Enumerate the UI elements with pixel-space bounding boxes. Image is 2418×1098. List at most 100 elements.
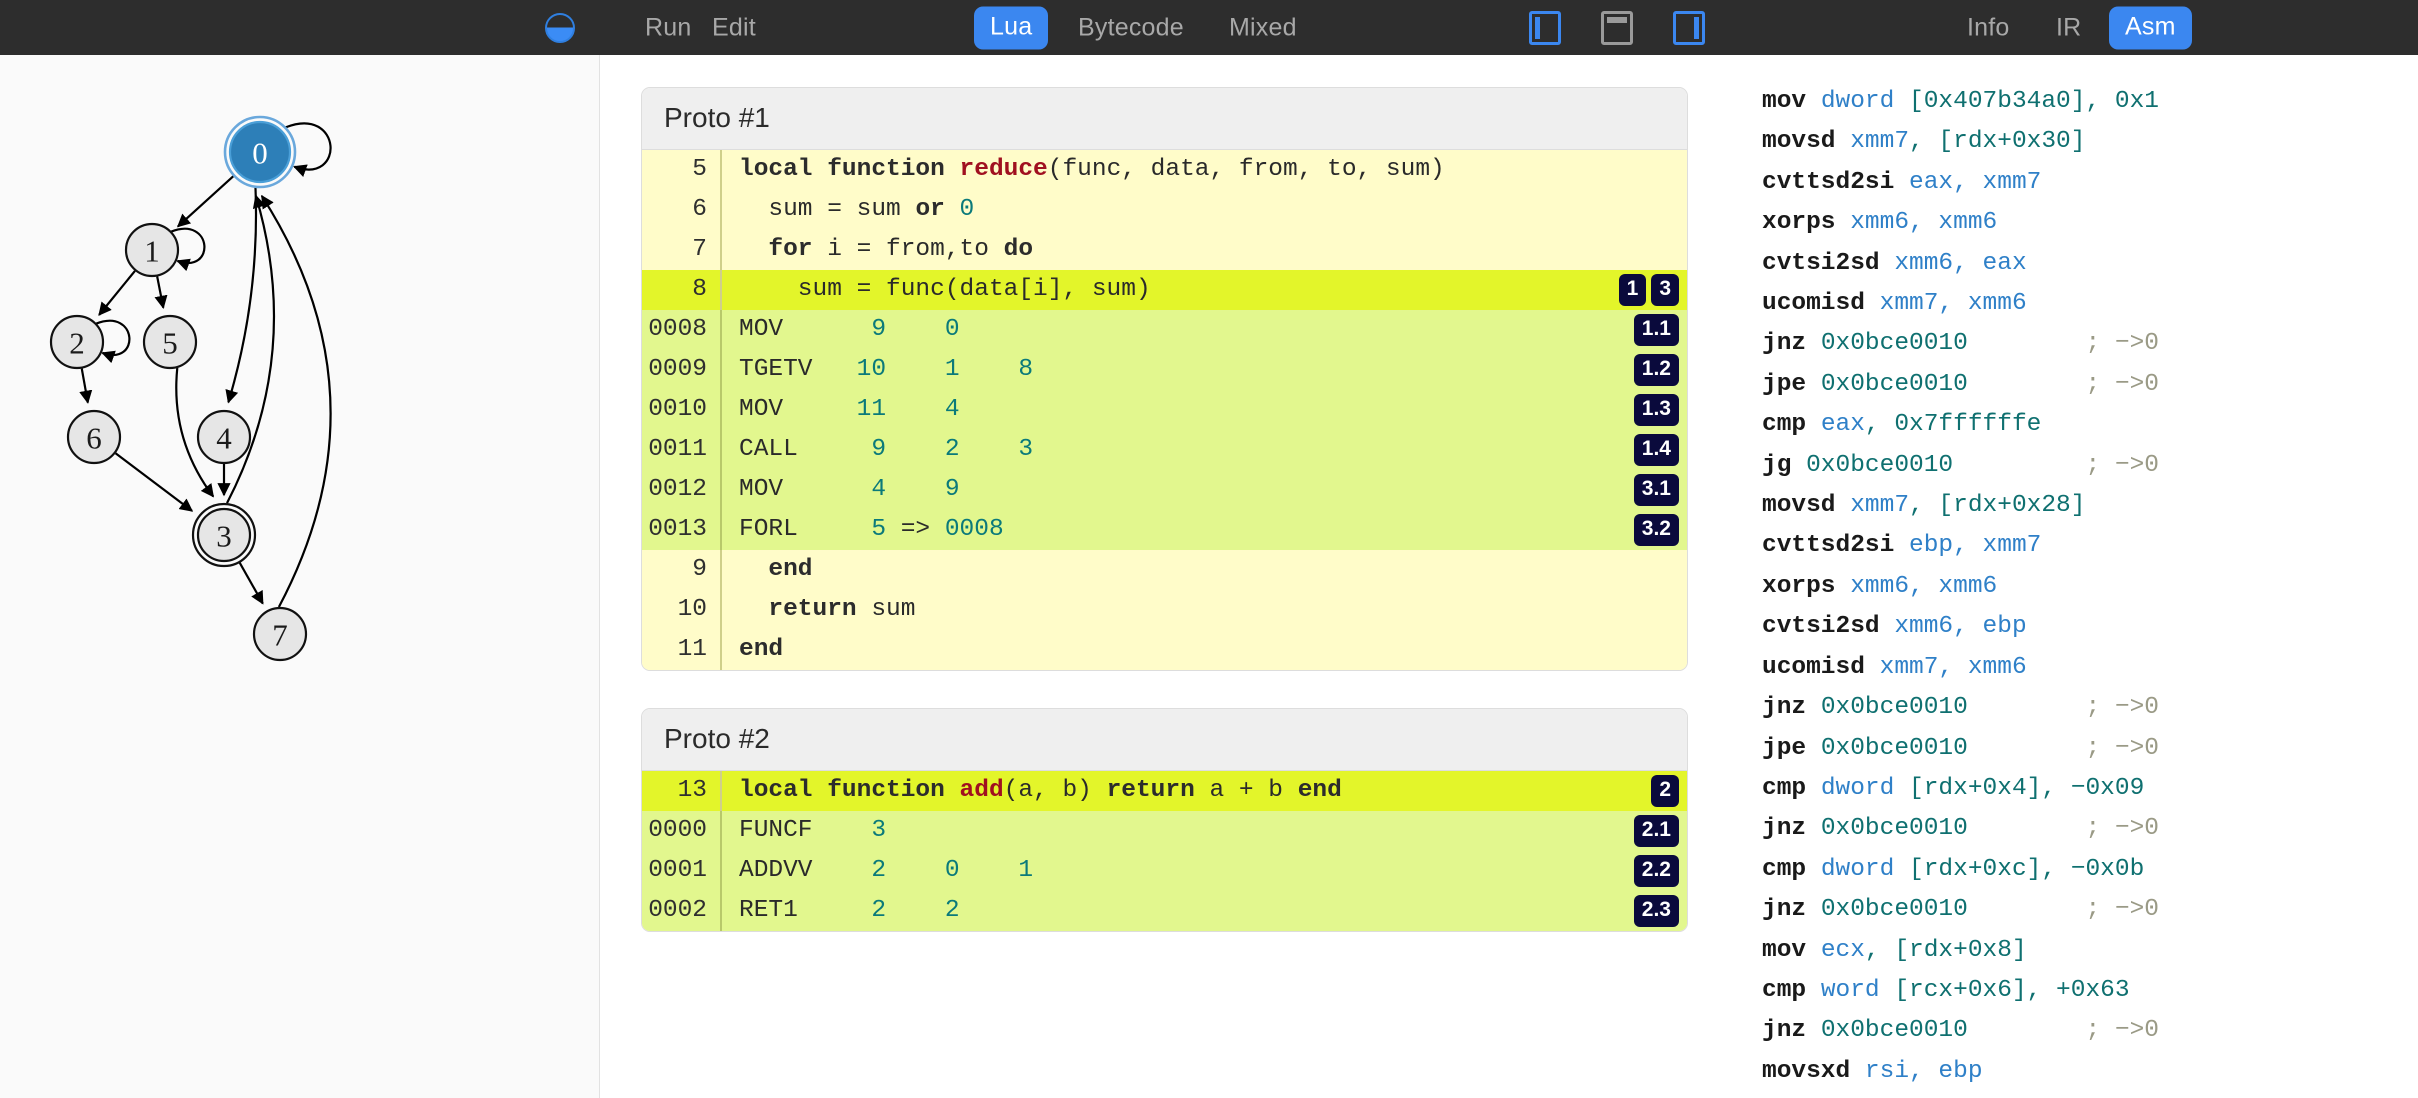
tab-asm[interactable]: Asm	[2109, 6, 2192, 49]
assembly-line[interactable]: xorps xmm6, xmm6	[1762, 567, 2418, 607]
assembly-line[interactable]: cmp dword [rdx+0xc], −0x0b	[1762, 850, 2418, 890]
trace-badge[interactable]: 3	[1651, 274, 1679, 306]
asm-token-reg: dword	[1820, 88, 1910, 115]
assembly-line[interactable]: xorps xmm6, xmm6	[1762, 203, 2418, 243]
assembly-line[interactable]: cmp dword [rdx+0x4], −0x09	[1762, 769, 2418, 809]
assembly-line[interactable]: cvtsi2sd xmm6, eax	[1762, 244, 2418, 284]
bytecode-row[interactable]: 0011 CALL 9 2 3 1.4	[642, 430, 1687, 470]
app-logo-icon[interactable]	[545, 12, 575, 43]
trace-badge[interactable]: 1.1	[1633, 314, 1679, 346]
tab-mixed[interactable]: Mixed	[1229, 13, 1297, 42]
graph-node-label-5: 5	[162, 326, 178, 361]
bytecode-row[interactable]: 0010 MOV 11 4 1.3	[642, 390, 1687, 430]
assembly-line[interactable]: cmp word [rcx+0x6], +0x63	[1762, 971, 2418, 1011]
left-panel-toggle-icon[interactable]	[1529, 10, 1561, 45]
code-token-op	[886, 356, 945, 383]
asm-token-reg: xmm6, xmm6	[1850, 572, 1998, 600]
source-line-text: local function reduce(func, data, from, …	[722, 150, 1687, 190]
bytecode-row[interactable]: 0002 RET1 2 2 2.3	[642, 891, 1687, 931]
trace-badge[interactable]: 1.4	[1633, 434, 1679, 466]
trace-badge[interactable]: 2.2	[1633, 855, 1679, 887]
bytecode-row[interactable]: 0008 MOV 9 0 1.1	[642, 310, 1687, 350]
assembly-line[interactable]: cmp eax, 0x7ffffffe	[1762, 405, 2418, 445]
source-line-row[interactable]: 10 return sum	[642, 590, 1687, 630]
assembly-line[interactable]: movsxd rsi, ebp	[1762, 1052, 2418, 1092]
code-token-mn: CALL	[739, 436, 798, 463]
menu-item-run[interactable]: Run	[645, 13, 691, 42]
source-line-row[interactable]: 5 local function reduce(func, data, from,…	[642, 150, 1687, 190]
bytecode-row[interactable]: 0012 MOV 4 9 3.1	[642, 470, 1687, 510]
tab-info[interactable]: Info	[1967, 13, 2010, 42]
trace-badge[interactable]: 2.3	[1633, 895, 1679, 927]
assembly-line[interactable]: jnz 0x0bce0010 ; −>0	[1762, 688, 2418, 728]
trace-badge[interactable]: 1.2	[1633, 354, 1679, 386]
tab-bytecode[interactable]: Bytecode	[1078, 13, 1184, 42]
tab-lua[interactable]: Lua	[974, 6, 1049, 49]
source-line-row[interactable]: 11 end	[642, 630, 1687, 670]
asm-token-lit: [rdx+0x4], −0x09	[1909, 774, 2145, 802]
assembly-line[interactable]: ucomisd xmm7, xmm6	[1762, 648, 2418, 688]
graph-node-1[interactable]: 1	[124, 222, 180, 278]
code-token-mn: RET1	[739, 897, 798, 924]
graph-node-5[interactable]: 5	[142, 314, 198, 370]
code-token-mn: MOV	[739, 476, 784, 503]
source-bytecode-column[interactable]: Proto #1 5 local function reduce(func, dat…	[600, 55, 1740, 1098]
graph-node-0[interactable]: 0	[223, 115, 297, 189]
assembly-line[interactable]: cvttsd2si ebp, xmm7	[1762, 526, 2418, 566]
trace-badge[interactable]: 1	[1618, 274, 1647, 306]
bytecode-row[interactable]: 0013 FORL 5 => 0008 3.2	[642, 510, 1687, 550]
right-panel-toggle-icon[interactable]	[1673, 10, 1705, 45]
source-line-row[interactable]: 7 for i = from,to do	[642, 230, 1687, 270]
asm-token-op: cvtsi2sd	[1762, 249, 1895, 277]
source-line-row[interactable]: 9 end	[642, 550, 1687, 590]
assembly-line[interactable]: movsd xmm7, [rdx+0x30]	[1762, 122, 2418, 162]
asm-token-cmt: ; −>0	[1967, 370, 2159, 398]
top-panel-toggle-icon[interactable]	[1601, 10, 1633, 45]
trace-badge[interactable]: 1.3	[1633, 394, 1679, 426]
graph-node-3[interactable]: 3	[191, 502, 257, 568]
code-token-op	[960, 436, 1019, 463]
code-token-op: sum = sum	[739, 196, 916, 223]
assembly-line[interactable]: mov ecx, [rdx+0x8]	[1762, 931, 2418, 971]
source-line-row[interactable]: 13 local function add(a, b) return a + b …	[642, 771, 1687, 811]
right-panel-bar	[1694, 16, 1699, 39]
assembly-line[interactable]: cvtsi2sd xmm6, ebp	[1762, 607, 2418, 647]
bytecode-row[interactable]: 0000 FUNCF 3 2.1	[642, 811, 1687, 851]
assembly-line[interactable]: jg 0x0bce0010 ; −>0	[1762, 446, 2418, 486]
graph-node-2[interactable]: 2	[49, 314, 105, 370]
assembly-line[interactable]: jnz 0x0bce0010 ; −>0	[1762, 324, 2418, 364]
bytecode-row[interactable]: 0001 ADDVV 2 0 1 2.2	[642, 851, 1687, 891]
assembly-line[interactable]: jnz 0x0bce0010 ; −>0	[1762, 890, 2418, 930]
assembly-panel[interactable]: mov dword [0x407b34a0], 0x1 movsd xmm7, […	[1740, 55, 2418, 1098]
source-line-text: end	[722, 550, 1687, 590]
graph-node-7[interactable]: 7	[252, 606, 308, 662]
assembly-line[interactable]: ucomisd xmm7, xmm6	[1762, 284, 2418, 324]
bytecode-row[interactable]: 0009 TGETV 10 1 8 1.2	[642, 350, 1687, 390]
trace-badge[interactable]: 2.1	[1633, 815, 1679, 847]
graph-node-6[interactable]: 6	[66, 409, 122, 465]
trace-badge[interactable]: 3.1	[1633, 474, 1679, 506]
trace-badge[interactable]: 2	[1651, 775, 1679, 807]
assembly-line[interactable]: jpe 0x0bce0010 ; −>0	[1762, 365, 2418, 405]
asm-token-op: cmp	[1762, 774, 1821, 802]
asm-token-reg: ecx	[1820, 936, 1865, 964]
bytecode-address: 0002	[642, 891, 722, 931]
assembly-line[interactable]: cvttsd2si eax, xmm7	[1762, 163, 2418, 203]
assembly-line[interactable]: movsd xmm7, [rdx+0x28]	[1762, 486, 2418, 526]
control-flow-graph-panel[interactable]: 0 1 2 5 6 4 3 7	[0, 55, 600, 1098]
assembly-line[interactable]: jpe 0x0bce0010 ; −>0	[1762, 729, 2418, 769]
assembly-line[interactable]: jnz 0x0bce0010 ; −>0	[1762, 809, 2418, 849]
assembly-line[interactable]: jnz 0x0bce0010 ; −>0	[1762, 1011, 2418, 1051]
bytecode-address: 0013	[642, 510, 722, 550]
line-number: 13	[642, 771, 722, 811]
badge-group: 1.3	[1633, 394, 1679, 426]
source-line-row[interactable]: 8 sum = func(data[i], sum) 1 3	[642, 270, 1687, 310]
assembly-line[interactable]: mov dword [0x407b34a0], 0x1	[1762, 82, 2418, 122]
menu-item-edit[interactable]: Edit	[712, 13, 756, 42]
tab-ir[interactable]: IR	[2056, 13, 2081, 42]
trace-badge[interactable]: 3.2	[1633, 514, 1679, 546]
code-token-num: 10	[856, 356, 887, 383]
asm-token-reg: eax, xmm7	[1909, 168, 2042, 196]
graph-node-4[interactable]: 4	[196, 409, 252, 465]
source-line-row[interactable]: 6 sum = sum or 0	[642, 190, 1687, 230]
